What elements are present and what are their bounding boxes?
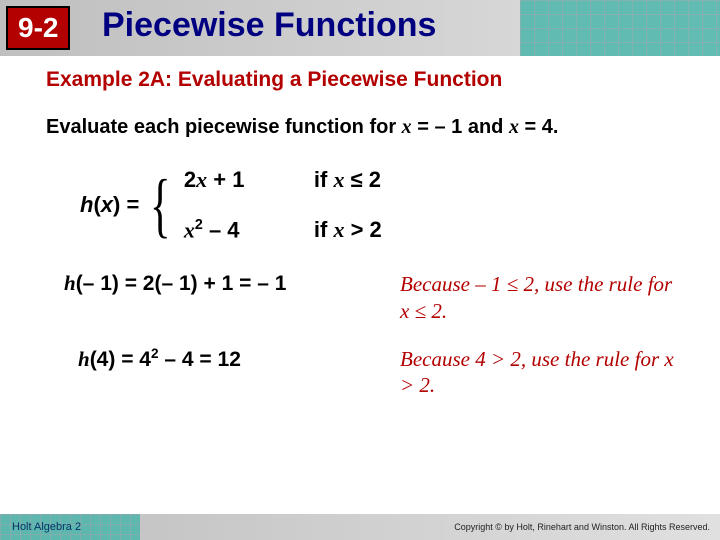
piece-2-tail: – 4 bbox=[203, 217, 240, 242]
piece-2: x2 – 4 if x > 2 bbox=[184, 217, 382, 243]
piece-2-expr: x2 – 4 bbox=[184, 217, 314, 243]
prompt-text: Evaluate each piecewise function for x =… bbox=[46, 114, 680, 141]
header-pattern bbox=[520, 0, 720, 56]
chapter-number: 9-2 bbox=[6, 6, 70, 50]
piece-1-expr: 2x + 1 bbox=[184, 167, 314, 193]
function-label: h(x) = bbox=[80, 192, 139, 218]
calc-2-exponent: 2 bbox=[151, 346, 159, 361]
calc-row-1: h(– 1) = 2(– 1) + 1 = – 1 Because – 1 ≤ … bbox=[64, 271, 680, 324]
calculations: h(– 1) = 2(– 1) + 1 = – 1 Because – 1 ≤ … bbox=[64, 271, 680, 398]
piece-2-cond: if x > 2 bbox=[314, 217, 382, 243]
pieces-container: 2x + 1 if x ≤ 2 x2 – 4 if x > 2 bbox=[184, 167, 382, 243]
piece-1-cond: if x ≤ 2 bbox=[314, 167, 381, 193]
example-heading: Example 2A: Evaluating a Piecewise Funct… bbox=[46, 68, 680, 92]
explain-2: Because 4 > 2, use the rule for x > 2. bbox=[400, 346, 680, 399]
brace-icon: { bbox=[150, 169, 171, 241]
piecewise-definition: h(x) = { 2x + 1 if x ≤ 2 x2 – 4 if x > 2 bbox=[80, 167, 680, 243]
slide-content: Example 2A: Evaluating a Piecewise Funct… bbox=[0, 56, 720, 398]
footer-book-title: Holt Algebra 2 bbox=[12, 521, 81, 533]
slide-footer: Holt Algebra 2 Copyright © by Holt, Rine… bbox=[0, 514, 720, 540]
footer-copyright: Copyright © by Holt, Rinehart and Winsto… bbox=[454, 522, 710, 532]
slide-title: Piecewise Functions bbox=[102, 6, 436, 45]
piece-1: 2x + 1 if x ≤ 2 bbox=[184, 167, 382, 193]
calc-2-tail: – 4 = 12 bbox=[159, 348, 241, 371]
calc-2: h(4) = 42 – 4 = 12 bbox=[78, 346, 364, 372]
piece-2-exponent: 2 bbox=[195, 217, 203, 233]
calc-row-2: h(4) = 42 – 4 = 12 Because 4 > 2, use th… bbox=[78, 346, 680, 399]
explain-1: Because – 1 ≤ 2, use the rule for x ≤ 2. bbox=[400, 271, 680, 324]
calc-1: h(– 1) = 2(– 1) + 1 = – 1 bbox=[64, 271, 364, 296]
slide-header: 9-2 Piecewise Functions bbox=[0, 0, 720, 56]
